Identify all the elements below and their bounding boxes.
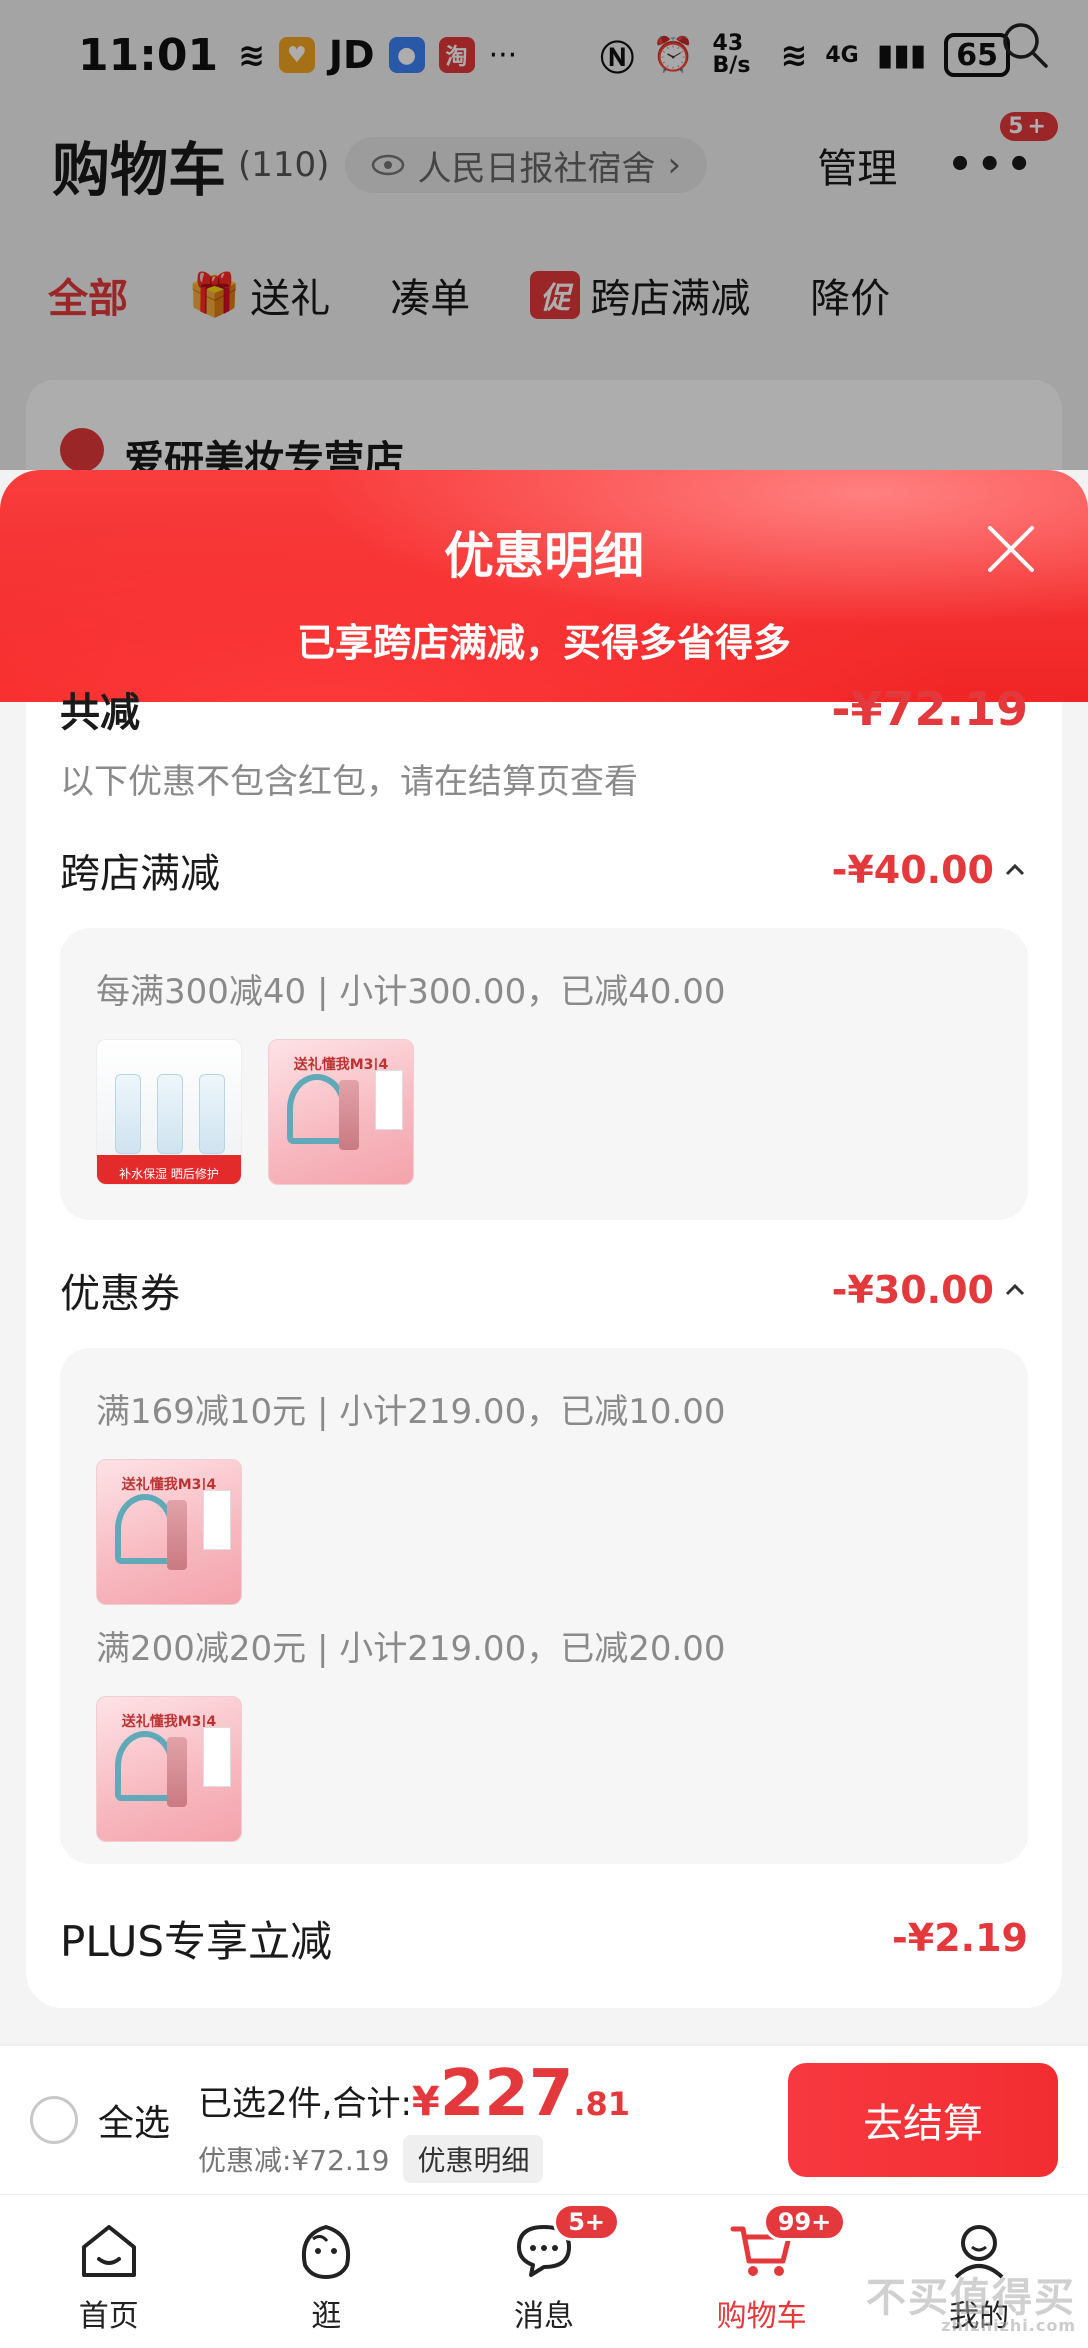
cream-strip-text: 补水保湿 晒后修护: [119, 1167, 219, 1181]
coupon-detail-line-2: 满200减20元 | 小计219.00，已减20.00: [96, 1629, 726, 1669]
nav-cart[interactable]: 99+ 购物车: [653, 2195, 871, 2348]
order-summary: 已选2件,合计: ¥ 227 .81 优惠减:¥72.19 优惠明细: [198, 2057, 630, 2183]
checkout-bar: 全选 已选2件,合计: ¥ 227 .81 优惠减:¥72.19 优惠明细 去结…: [0, 2046, 1088, 2194]
ribbon-shape: [115, 1494, 175, 1564]
coupon-label: 优惠券: [60, 1271, 180, 1317]
coupon-amount: -¥30.00: [831, 1268, 994, 1312]
currency-symbol: ¥: [411, 2079, 440, 2125]
product-thumb-gift-set[interactable]: 送礼懂我M3|4: [96, 1459, 242, 1605]
bottom-nav: 首页 逛 5+ 消息 99+ 购物车 我的 不买值得买 zhizhizhi.co…: [0, 2194, 1088, 2348]
explore-icon: [302, 2224, 351, 2280]
coupon-products-2: 送礼懂我M3|4: [96, 1696, 992, 1842]
product-thumb-gift-set[interactable]: 送礼懂我M3|4: [96, 1696, 242, 1842]
cross-store-value: -¥40.00: [832, 848, 1028, 892]
coupon-products-1: 送礼懂我M3|4: [96, 1459, 992, 1605]
discount-line: 优惠减:¥72.19 优惠明细: [198, 2135, 630, 2183]
nav-home[interactable]: 首页: [0, 2195, 218, 2348]
nav-explore[interactable]: 逛: [218, 2195, 436, 2348]
cross-store-detail: 每满300减40 | 小计300.00，已减40.00 补水保湿 晒后修护 送礼…: [60, 928, 1028, 1220]
plus-discount-row: PLUS专享立减 -¥2.19: [60, 1908, 1028, 1968]
plus-discount-label: PLUS专享立减: [60, 1916, 333, 1966]
chevron-up-icon[interactable]: [1002, 1277, 1028, 1303]
product-thumb-cream[interactable]: 补水保湿 晒后修护: [96, 1039, 242, 1185]
tube-shape: [199, 1074, 225, 1154]
messages-badge: 5+: [553, 2203, 620, 2241]
gift-badge-shape: [203, 1727, 231, 1787]
dim-overlay[interactable]: [0, 0, 1088, 470]
nav-label: 首页: [78, 2299, 139, 2334]
discount-note: 以下优惠不包含红包，请在结算页查看: [60, 762, 638, 802]
bottle-shape: [167, 1500, 187, 1570]
coupon-detail-line-1: 满169减10元 | 小计219.00，已减10.00: [96, 1392, 726, 1432]
sheet-subtitle: 已享跨店满减，买得多省得多: [296, 621, 791, 665]
gift-badge-shape: [375, 1070, 403, 1130]
tube-shape: [157, 1074, 183, 1154]
bottle-shape: [167, 1737, 187, 1807]
discount-card: 共减 -¥72.19 以下优惠不包含红包，请在结算页查看 跨店满减 -¥40.0…: [26, 682, 1062, 2008]
gift-badge-shape: [203, 1490, 231, 1550]
total-decimal: .81: [573, 2085, 631, 2123]
total-discount-label: 共减: [60, 690, 140, 736]
coupon-detail: 满169减10元 | 小计219.00，已减10.00 送礼懂我M3|4 满20…: [60, 1348, 1028, 1864]
discount-sheet-header: 优惠明细 已享跨店满减，买得多省得多: [0, 470, 1088, 702]
nav-label: 逛: [311, 2299, 342, 2334]
product-thumb-gift-set[interactable]: 送礼懂我M3|4: [268, 1039, 414, 1185]
ribbon-shape: [115, 1731, 175, 1801]
total-integer: 227: [439, 2057, 574, 2131]
select-all-checkbox[interactable]: [30, 2096, 78, 2144]
cross-store-row[interactable]: 跨店满减 -¥40.00: [60, 840, 1028, 900]
watermark-text: 不买值得买: [866, 2275, 1076, 2321]
close-icon[interactable]: [986, 524, 1036, 574]
nav-messages[interactable]: 5+ 消息: [435, 2195, 653, 2348]
plus-discount-value: -¥2.19: [892, 1916, 1028, 1960]
ribbon-shape: [287, 1074, 347, 1144]
chevron-up-icon[interactable]: [1002, 857, 1028, 883]
discount-detail-button[interactable]: 优惠明细: [403, 2135, 544, 2183]
coupon-value: -¥30.00: [832, 1268, 1028, 1312]
select-all-label[interactable]: 全选: [98, 2094, 170, 2146]
selected-count-text: 已选2件,合计:: [198, 2084, 412, 2124]
total-discount-row: 共减 -¥72.19: [60, 674, 1028, 744]
nav-label: 消息: [513, 2299, 574, 2334]
cart-badge: 99+: [762, 2203, 847, 2241]
discount-sheet-body: 共减 -¥72.19 以下优惠不包含红包，请在结算页查看 跨店满减 -¥40.0…: [0, 682, 1088, 2042]
total-discount-value: -¥72.19: [831, 682, 1028, 736]
sheet-title: 优惠明细: [444, 527, 644, 585]
home-icon: [81, 2225, 136, 2277]
cross-store-products: 补水保湿 晒后修护 送礼懂我M3|4: [96, 1039, 992, 1185]
checkout-button[interactable]: 去结算: [788, 2063, 1058, 2177]
cross-store-label: 跨店满减: [60, 851, 220, 897]
watermark: 不买值得买 zhizhizhi.com: [866, 2278, 1076, 2334]
cross-store-amount: -¥40.00: [831, 848, 994, 892]
cross-store-detail-line: 每满300减40 | 小计300.00，已减40.00: [96, 972, 726, 1012]
discount-summary: 优惠减:¥72.19: [198, 2144, 390, 2177]
total-line: 已选2件,合计: ¥ 227 .81: [198, 2057, 630, 2131]
bottle-shape: [339, 1080, 359, 1150]
coupon-row[interactable]: 优惠券 -¥30.00: [60, 1260, 1028, 1320]
nav-label: 购物车: [716, 2299, 807, 2334]
tube-shape: [115, 1074, 141, 1154]
